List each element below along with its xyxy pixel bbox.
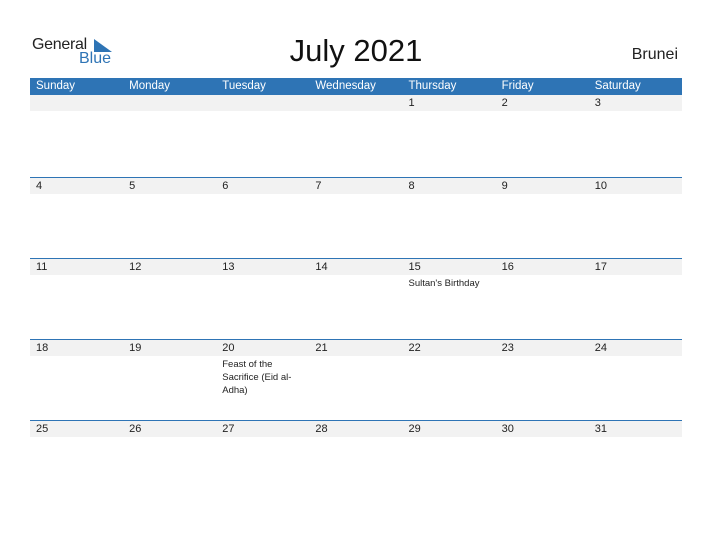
day-number: 15 — [402, 259, 496, 275]
day-number: 23 — [495, 340, 589, 356]
day-number — [30, 95, 124, 111]
day-cell: 6 — [216, 178, 310, 258]
weekday-wednesday: Wednesday — [315, 80, 376, 92]
weekday-sunday: Sunday — [36, 80, 76, 92]
day-number: 9 — [495, 178, 589, 194]
day-number — [309, 95, 403, 111]
holiday-note: Feast of the Sacrifice (Eid al-Adha) — [222, 359, 292, 396]
day-cell: 7 — [309, 178, 403, 258]
day-cell: 16 — [495, 259, 589, 339]
day-number: 5 — [123, 178, 217, 194]
day-cell: 23 — [495, 340, 589, 420]
day-cell: 4 — [30, 178, 124, 258]
day-cell: 9 — [495, 178, 589, 258]
day-number: 18 — [30, 340, 124, 356]
day-number: 20 — [216, 340, 310, 356]
day-number: 7 — [309, 178, 403, 194]
day-number: 10 — [588, 178, 682, 194]
day-cell: 24 — [588, 340, 682, 420]
day-number: 2 — [495, 95, 589, 111]
day-number: 21 — [309, 340, 403, 356]
day-number — [216, 95, 310, 111]
holiday-note: Sultan's Birthday — [408, 278, 480, 289]
day-cell: 14 — [309, 259, 403, 339]
day-number: 11 — [30, 259, 124, 275]
day-number: 3 — [588, 95, 682, 111]
day-cell: 21 — [309, 340, 403, 420]
week-row: 11 12 13 14 15 Sultan's Birthday 16 17 — [30, 258, 682, 339]
day-number: 6 — [216, 178, 310, 194]
day-number: 13 — [216, 259, 310, 275]
page-title: July 2021 — [289, 33, 423, 68]
day-cell: 8 — [402, 178, 496, 258]
weekday-thursday: Thursday — [408, 80, 457, 92]
day-number: 8 — [402, 178, 496, 194]
day-cell: 22 — [402, 340, 496, 420]
day-number: 28 — [309, 421, 403, 437]
day-number: 29 — [402, 421, 496, 437]
day-number — [123, 95, 217, 111]
day-cell: 2 — [495, 95, 589, 177]
day-cell: 28 — [309, 421, 403, 501]
day-cell: 20 Feast of the Sacrifice (Eid al-Adha) — [216, 340, 310, 420]
day-number: 26 — [123, 421, 217, 437]
weekday-tuesday: Tuesday — [222, 80, 266, 92]
day-number: 30 — [495, 421, 589, 437]
weekday-monday: Monday — [129, 80, 171, 92]
week-row: 123 — [30, 95, 682, 177]
day-cell: 10 — [588, 178, 682, 258]
weekday-header: Sunday Monday Tuesday Wednesday Thursday Frid… — [30, 78, 682, 95]
day-cell: 12 — [123, 259, 217, 339]
day-cell: 15 Sultan's Birthday — [402, 259, 496, 339]
week-row: 4 5 6 7 8 9 10 — [30, 177, 682, 258]
day-cell: 31 — [588, 421, 682, 501]
weekday-saturday: Saturday — [594, 80, 641, 92]
country-label: Brunei — [631, 46, 678, 63]
day-cell: 11 — [30, 259, 124, 339]
day-number: 19 — [123, 340, 217, 356]
day-cell — [309, 95, 403, 177]
day-number: 25 — [30, 421, 124, 437]
day-cell: 5 — [123, 178, 217, 258]
day-number: 24 — [588, 340, 682, 356]
day-number: 4 — [30, 178, 124, 194]
weeks-container: 1 2 3 4 5 6 7 8 9 10 11 12 13 14 15 Sultan's Birthday 16… — [30, 95, 682, 501]
day-number: 31 — [588, 421, 682, 437]
day-cell: 30 — [495, 421, 589, 501]
day-cell: 18 — [30, 340, 124, 420]
day-cell — [30, 95, 124, 177]
day-cell — [216, 95, 310, 177]
day-cell: 29 — [402, 421, 496, 501]
day-number: 12 — [123, 259, 217, 275]
day-cell — [123, 95, 217, 177]
day-number: 22 — [402, 340, 496, 356]
day-cell: 27 — [216, 421, 310, 501]
day-cell: 26 — [123, 421, 217, 501]
day-cell: 17 — [588, 259, 682, 339]
day-number: 17 — [588, 259, 682, 275]
day-cell: 13 — [216, 259, 310, 339]
day-number: 14 — [309, 259, 403, 275]
day-number: 27 — [216, 421, 310, 437]
day-cell: 3 — [588, 95, 682, 177]
calendar-grid: Sunday Monday Tuesday Wednesday Thursday Frid… — [30, 78, 682, 501]
week-row: 25 26 27 28 29 30 31 — [30, 420, 682, 501]
day-cell: 19 — [123, 340, 217, 420]
day-number: 16 — [495, 259, 589, 275]
day-number: 1 — [402, 95, 496, 111]
week-row: 18 19 20 Feast of the Sacrifice (Eid al-Adh… — [30, 339, 682, 420]
day-cell: 25 — [30, 421, 124, 501]
day-cell: 1 — [402, 95, 496, 177]
weekday-friday: Friday — [501, 80, 534, 92]
